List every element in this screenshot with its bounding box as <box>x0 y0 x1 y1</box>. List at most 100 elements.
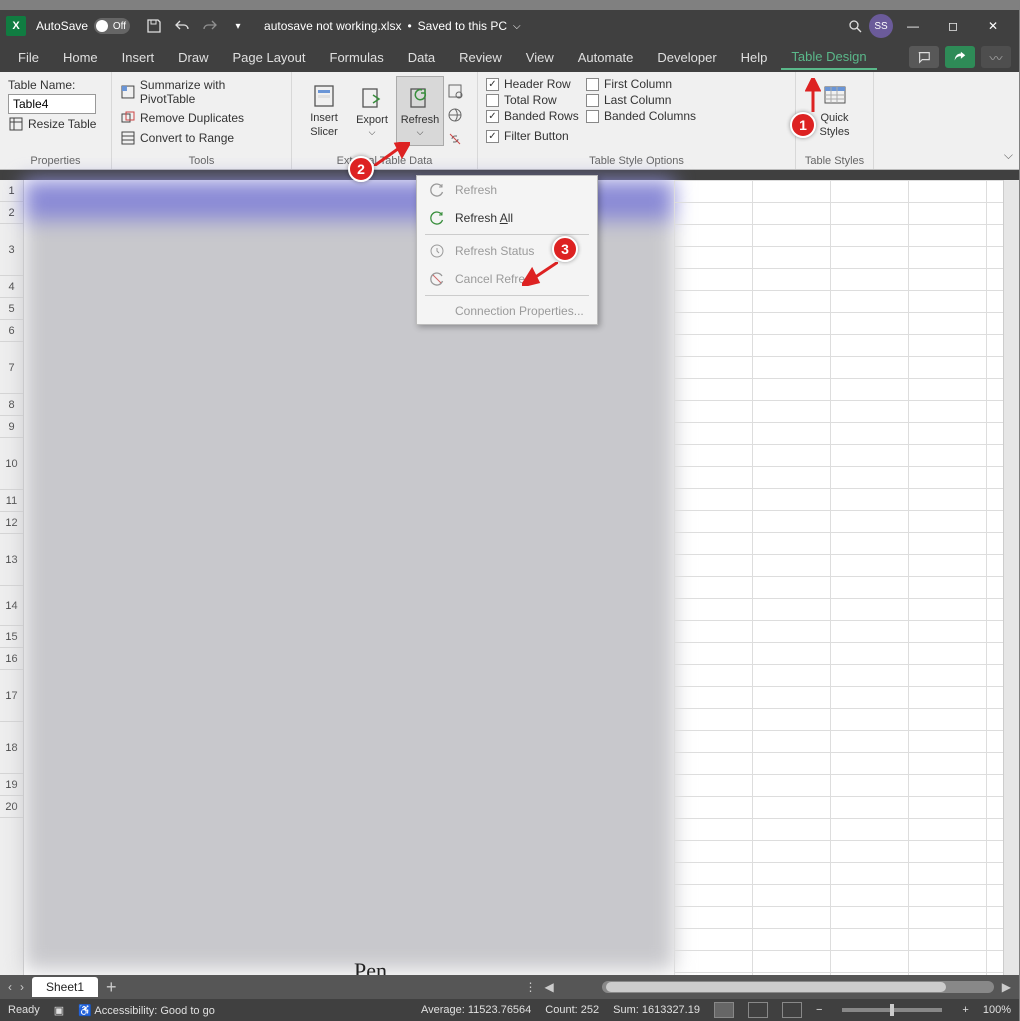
view-normal-icon[interactable] <box>714 1002 734 1018</box>
row-header[interactable]: 9 <box>0 416 23 438</box>
row-header[interactable]: 7 <box>0 342 23 394</box>
row-header[interactable]: 8 <box>0 394 23 416</box>
properties-icon[interactable] <box>444 80 466 102</box>
status-average: Average: 11523.76564 <box>421 1004 531 1016</box>
checkbox-icon <box>586 94 599 107</box>
tab-draw[interactable]: Draw <box>168 46 218 69</box>
zoom-in-icon[interactable]: + <box>962 1004 968 1016</box>
redo-icon[interactable] <box>196 12 224 40</box>
row-header[interactable]: 17 <box>0 670 23 722</box>
maximize-icon[interactable]: ◻ <box>933 10 973 42</box>
horizontal-scrollbar[interactable] <box>602 981 994 993</box>
total-row-checkbox[interactable]: Total Row <box>486 92 586 108</box>
row-header[interactable]: 15 <box>0 626 23 648</box>
qat-dropdown-icon[interactable]: ▾ <box>224 12 252 40</box>
header-row-checkbox[interactable]: Header Row <box>486 76 586 92</box>
row-header[interactable]: 4 <box>0 276 23 298</box>
next-sheet-icon[interactable]: › <box>20 980 24 994</box>
accessibility-status[interactable]: ♿ Accessibility: Good to go <box>78 1004 215 1017</box>
sheet-tab-bar: ‹ › Sheet1 + ⋮ ◀ ▶ <box>0 975 1019 999</box>
tab-home[interactable]: Home <box>53 46 108 69</box>
hscroll-right-icon[interactable]: ▶ <box>1002 980 1011 994</box>
group-tools: Summarize with PivotTable Remove Duplica… <box>112 72 292 169</box>
macro-icon[interactable]: ▣ <box>54 1004 64 1017</box>
insert-slicer-button[interactable]: Insert Slicer <box>300 76 348 146</box>
row-header[interactable]: 11 <box>0 490 23 512</box>
row-header[interactable]: 20 <box>0 796 23 818</box>
row-header[interactable]: 18 <box>0 722 23 774</box>
tab-options-icon[interactable]: ⋮ <box>525 980 537 994</box>
dd-refresh[interactable]: Refresh <box>417 176 597 204</box>
summarize-pivot-button[interactable]: Summarize with PivotTable <box>120 76 283 108</box>
tab-developer[interactable]: Developer <box>647 46 726 69</box>
search-icon[interactable] <box>841 12 869 40</box>
tab-formulas[interactable]: Formulas <box>320 46 394 69</box>
hscroll-left-icon[interactable]: ◀ <box>545 980 554 994</box>
banded-cols-checkbox[interactable]: Banded Columns <box>586 108 704 124</box>
user-avatar[interactable]: SS <box>869 14 893 38</box>
view-page-layout-icon[interactable] <box>748 1002 768 1018</box>
row-header[interactable]: 12 <box>0 512 23 534</box>
toggle-knob <box>96 20 108 32</box>
resize-table-button[interactable]: Resize Table <box>8 114 103 134</box>
collapse-ribbon-icon[interactable]: ⌵ <box>1004 148 1013 163</box>
slider-thumb[interactable] <box>890 1004 894 1016</box>
last-col-checkbox[interactable]: Last Column <box>586 92 704 108</box>
zoom-level[interactable]: 100% <box>983 1004 1011 1016</box>
zoom-out-icon[interactable]: − <box>816 1004 822 1016</box>
doc-title[interactable]: autosave not working.xlsx • Saved to thi… <box>264 19 521 33</box>
open-browser-icon[interactable] <box>444 104 466 126</box>
row-header[interactable]: 3 <box>0 224 23 276</box>
save-icon[interactable] <box>140 12 168 40</box>
prev-sheet-icon[interactable]: ‹ <box>8 980 12 994</box>
vertical-scrollbar[interactable] <box>1003 180 1019 975</box>
row-header[interactable]: 5 <box>0 298 23 320</box>
export-button[interactable]: Export⌵ <box>348 76 396 146</box>
tab-file[interactable]: File <box>8 46 49 69</box>
row-header[interactable]: 19 <box>0 774 23 796</box>
tab-view[interactable]: View <box>516 46 564 69</box>
pivot-label: Summarize with PivotTable <box>140 78 283 106</box>
mode-icon[interactable]: 〰 <box>981 46 1011 68</box>
refresh-button[interactable]: Refresh⌵ <box>396 76 444 146</box>
close-icon[interactable]: ✕ <box>973 10 1013 42</box>
dd-cancel-refresh[interactable]: Cancel Refresh <box>417 265 597 293</box>
dd-refresh-all[interactable]: Refresh All <box>417 204 597 232</box>
zoom-slider[interactable] <box>842 1008 942 1012</box>
view-page-break-icon[interactable] <box>782 1002 802 1018</box>
row-header[interactable]: 10 <box>0 438 23 490</box>
row-header[interactable]: 14 <box>0 586 23 626</box>
tab-table-design[interactable]: Table Design <box>781 45 876 70</box>
convert-to-range-button[interactable]: Convert to Range <box>120 128 283 148</box>
dd-connection-properties[interactable]: Connection Properties... <box>417 298 597 324</box>
row-header[interactable]: 1 <box>0 180 23 202</box>
dot: • <box>407 19 411 33</box>
first-col-checkbox[interactable]: First Column <box>586 76 704 92</box>
tab-help[interactable]: Help <box>731 46 778 69</box>
scroll-thumb[interactable] <box>606 982 946 992</box>
autosave-toggle[interactable]: Off <box>94 18 130 34</box>
tab-data[interactable]: Data <box>398 46 445 69</box>
remove-duplicates-button[interactable]: Remove Duplicates <box>120 108 283 128</box>
autosave[interactable]: AutoSave Off <box>36 18 130 34</box>
row-header[interactable]: 6 <box>0 320 23 342</box>
comments-icon[interactable] <box>909 46 939 68</box>
export-label: Export <box>356 114 388 127</box>
banded-rows-checkbox[interactable]: Banded Rows <box>486 108 586 124</box>
row-header[interactable]: 2 <box>0 202 23 224</box>
sheet-tab-active[interactable]: Sheet1 <box>32 977 98 997</box>
minimize-icon[interactable]: — <box>893 10 933 42</box>
tab-review[interactable]: Review <box>449 46 512 69</box>
filter-button-checkbox[interactable]: Filter Button <box>486 128 576 144</box>
tab-automate[interactable]: Automate <box>568 46 644 69</box>
table-name-input[interactable] <box>8 94 96 114</box>
unlink-icon[interactable] <box>444 128 466 150</box>
tab-page-layout[interactable]: Page Layout <box>223 46 316 69</box>
row-header[interactable]: 13 <box>0 534 23 586</box>
share-icon[interactable] <box>945 46 975 68</box>
add-sheet-icon[interactable]: + <box>106 977 117 998</box>
undo-icon[interactable] <box>168 12 196 40</box>
tab-insert[interactable]: Insert <box>112 46 165 69</box>
row-header[interactable]: 16 <box>0 648 23 670</box>
toggle-state: Off <box>113 21 126 32</box>
